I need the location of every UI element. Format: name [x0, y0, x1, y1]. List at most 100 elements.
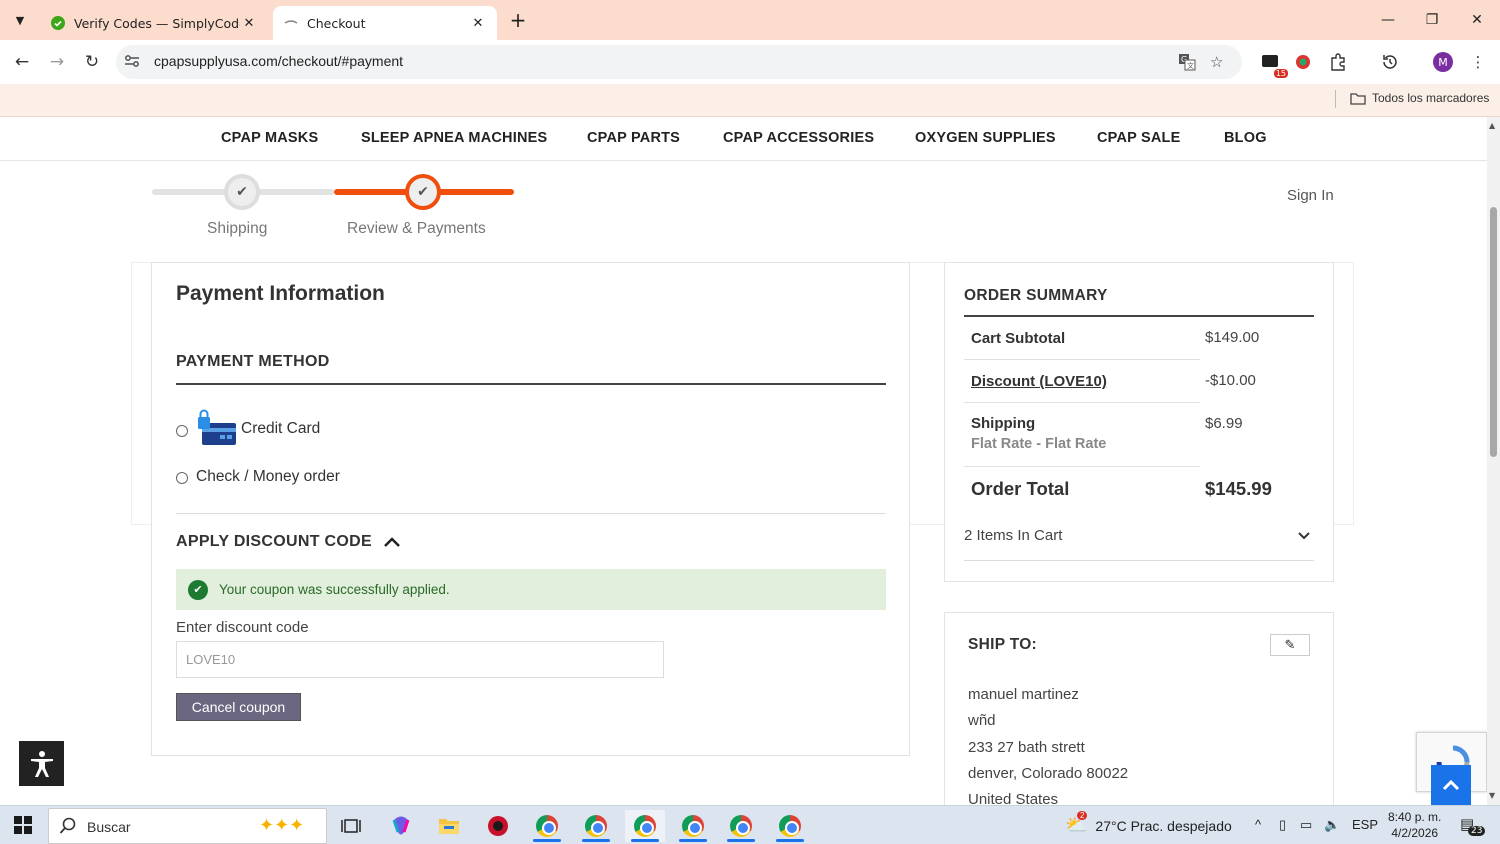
- taskbar-search-label: Buscar: [87, 819, 131, 835]
- history-icon[interactable]: [1380, 52, 1400, 72]
- nav-cpap-sale[interactable]: CPAP SALE: [1097, 130, 1180, 146]
- edit-shipping-pencil-icon[interactable]: ✎: [1270, 634, 1310, 656]
- coupon-success-message: ✔ Your coupon was successfully applied.: [176, 569, 886, 610]
- translate-icon[interactable]: G文: [1178, 53, 1196, 75]
- clock-date: 4/2/2026: [1391, 826, 1439, 840]
- tray-device-icon[interactable]: ▯: [1279, 817, 1286, 833]
- tab-title: Verify Codes — SimplyCodes: [74, 15, 240, 31]
- bookmark-star-icon[interactable]: ☆: [1210, 53, 1223, 71]
- discount-label: Discount (LOVE10): [971, 373, 1107, 390]
- back-arrow-icon[interactable]: ←: [10, 50, 34, 74]
- payment-method-rule: [176, 383, 886, 385]
- order-summary-title: ORDER SUMMARY: [964, 287, 1108, 304]
- tab-close-icon[interactable]: ✕: [240, 16, 258, 31]
- language-indicator[interactable]: ESP: [1352, 817, 1378, 832]
- volume-icon[interactable]: 🔈: [1324, 817, 1340, 833]
- reload-icon[interactable]: ↻: [80, 50, 104, 74]
- shipping-label: Shipping: [971, 415, 1036, 432]
- step-shipping-check-icon[interactable]: ✔: [224, 174, 260, 210]
- apply-discount-title: APPLY DISCOUNT CODE: [176, 533, 372, 550]
- payment-information-panel: Payment Information PAYMENT METHOD Credi…: [151, 262, 910, 756]
- tab-close-icon[interactable]: ✕: [469, 16, 487, 31]
- chrome-profile-v-icon[interactable]: [721, 810, 761, 842]
- check-money-order-label[interactable]: Check / Money order: [196, 468, 340, 486]
- chrome-profile-y-icon[interactable]: [576, 810, 616, 842]
- chrome-profile-a-icon[interactable]: [527, 810, 567, 842]
- checkout-page: CPAP MASKS SLEEP APNEA MACHINES CPAP PAR…: [0, 117, 1487, 805]
- summary-row-divider: [964, 402, 1200, 403]
- minimize-icon[interactable]: —: [1366, 6, 1410, 34]
- tab-verify-codes[interactable]: Verify Codes — SimplyCodes ✕: [40, 6, 268, 40]
- profile-avatar[interactable]: M: [1433, 52, 1453, 72]
- tray-chevron-up-icon[interactable]: ^: [1255, 817, 1261, 832]
- address-bar[interactable]: cpapsupplyusa.com/checkout/#payment G文 ☆: [116, 45, 1242, 79]
- nav-cpap-accessories[interactable]: CPAP ACCESSORIES: [723, 130, 874, 146]
- close-window-icon[interactable]: ✕: [1455, 6, 1499, 34]
- tab-search-chevron-icon[interactable]: ▼: [8, 8, 32, 32]
- chrome-profile-m-icon[interactable]: [625, 810, 665, 842]
- scrollbar-thumb[interactable]: [1490, 207, 1497, 457]
- network-icon[interactable]: ▭: [1300, 817, 1312, 833]
- extensions-puzzle-icon[interactable]: [1328, 52, 1348, 72]
- bookmarks-bar: Todos los marcadores: [0, 84, 1500, 117]
- copilot-icon[interactable]: [381, 810, 421, 842]
- file-explorer-icon[interactable]: [429, 810, 469, 842]
- accessibility-person-icon[interactable]: [19, 741, 64, 786]
- scroll-up-arrow-icon[interactable]: ▲: [1489, 121, 1495, 130]
- shipping-value: $6.99: [1205, 415, 1243, 432]
- scroll-to-top-arrow-icon[interactable]: [1431, 765, 1471, 805]
- nav-oxygen-supplies[interactable]: OXYGEN SUPPLIES: [915, 130, 1056, 146]
- scroll-down-arrow-icon[interactable]: ▼: [1489, 791, 1495, 800]
- step-review-payments-label: Review & Payments: [347, 220, 486, 237]
- payment-information-title: Payment Information: [176, 282, 385, 305]
- windows-start-icon[interactable]: [14, 816, 32, 834]
- discount-code-input[interactable]: [176, 641, 664, 678]
- restore-icon[interactable]: ❐: [1410, 6, 1454, 34]
- order-total-label: Order Total: [971, 478, 1070, 499]
- chrome-profile-m2-icon[interactable]: [673, 810, 713, 842]
- new-tab-plus-icon[interactable]: +: [506, 8, 530, 32]
- nav-sleep-apnea-machines[interactable]: SLEEP APNEA MACHINES: [361, 130, 547, 146]
- taskbar-clock[interactable]: 8:40 p. m. 4/2/2026: [1388, 809, 1441, 841]
- all-bookmarks-button[interactable]: Todos los marcadores: [1350, 91, 1489, 105]
- apply-discount-toggle[interactable]: APPLY DISCOUNT CODE: [176, 533, 400, 551]
- all-bookmarks-label: Todos los marcadores: [1372, 91, 1490, 105]
- cancel-coupon-button[interactable]: Cancel coupon: [176, 693, 301, 721]
- forward-arrow-icon[interactable]: →: [45, 50, 69, 74]
- extension-badge-icon[interactable]: 15: [1260, 52, 1288, 78]
- address-city: denver, Colorado 80022: [968, 765, 1129, 782]
- credit-card-label[interactable]: Credit Card: [241, 420, 320, 438]
- tab-checkout[interactable]: Checkout ✕: [273, 6, 497, 40]
- credit-card-radio[interactable]: [176, 425, 188, 437]
- step-shipping-label[interactable]: Shipping: [207, 220, 267, 238]
- weather-badge: 2: [1077, 811, 1088, 820]
- weather-text: 27°C Prac. despejado: [1095, 817, 1232, 834]
- nav-cpap-parts[interactable]: CPAP PARTS: [587, 130, 680, 146]
- chrome-profile-a2-icon[interactable]: [770, 810, 810, 842]
- step-payments-check-icon: ✔: [405, 174, 441, 210]
- weather-sun-icon: ⛅ 2: [1065, 811, 1088, 835]
- site-info-icon[interactable]: [124, 54, 140, 72]
- sign-in-link[interactable]: Sign In: [1287, 187, 1334, 204]
- order-total-value: $145.99: [1205, 478, 1272, 499]
- extension-colorful-icon[interactable]: [1293, 52, 1313, 72]
- taskbar-search-box[interactable]: Buscar ✦✦✦: [48, 808, 327, 844]
- clock-time: 8:40 p. m.: [1388, 810, 1442, 824]
- items-in-cart-toggle[interactable]: 2 Items In Cart: [964, 527, 1314, 561]
- checkout-progress-bar: ✔ ✔ Shipping Review & Payments: [152, 172, 514, 242]
- discount-code-label: Enter discount code: [176, 619, 309, 636]
- success-check-icon: ✔: [188, 579, 208, 600]
- nav-cpap-masks[interactable]: CPAP MASKS: [221, 130, 318, 146]
- windows-taskbar: Buscar ✦✦✦ ⛅ 2 27°C Prac. despejado ^ ▯ …: [0, 805, 1500, 844]
- browser-tabbar: ▼ Verify Codes — SimplyCodes ✕ Checkout …: [0, 0, 1500, 40]
- weather-widget[interactable]: ⛅ 2 27°C Prac. despejado: [1065, 811, 1232, 836]
- red-app-icon[interactable]: [478, 810, 518, 842]
- payment-method-title: PAYMENT METHOD: [176, 353, 330, 370]
- order-summary-panel: ORDER SUMMARY Cart Subtotal $149.00 Disc…: [944, 262, 1334, 582]
- cart-subtotal-value: $149.00: [1205, 329, 1260, 346]
- page-scrollbar[interactable]: ▲ ▼: [1487, 117, 1500, 805]
- menu-dots-icon[interactable]: ⋮: [1468, 52, 1488, 72]
- nav-blog[interactable]: BLOG: [1224, 130, 1267, 146]
- check-money-order-radio[interactable]: [176, 472, 188, 484]
- task-view-icon[interactable]: [331, 810, 371, 842]
